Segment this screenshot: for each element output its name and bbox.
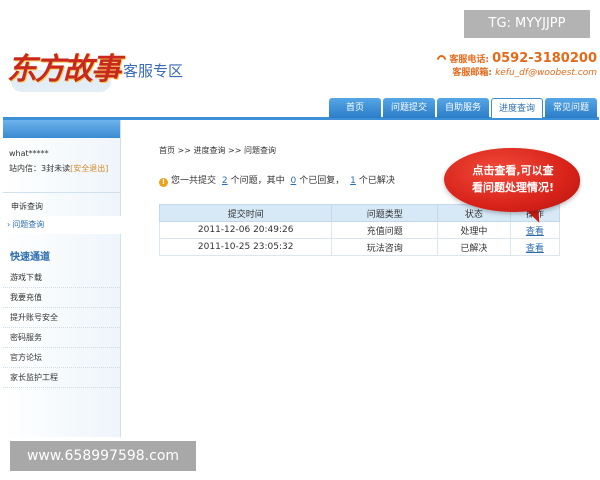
contact-info: 客服电话: 0592-3180200 客服邮箱: kefu_df@woobest… — [435, 51, 597, 80]
row-submit-time: 2011-10-25 23:05:32 — [158, 238, 333, 256]
breadcrumb: 首页 >> 进度查询 >> 问题查询 — [159, 146, 276, 155]
col-submit-time: 提交时间 — [158, 204, 333, 222]
tab-submit-question[interactable]: 问题提交 — [383, 98, 435, 118]
callout-line-1: 点击查看,可以查 — [472, 164, 554, 177]
callout-bubble: 点击查看,可以查 看问题处理情况! — [444, 148, 584, 227]
logo-subtitle: 客服专区 — [123, 62, 184, 80]
row-status: 已解决 — [436, 238, 511, 256]
watermark-bottom: www.658997598.com — [10, 441, 196, 471]
unread-messages-link[interactable]: 站内信：3封未读 — [9, 164, 70, 173]
nav-tabs: 首页 问题提交 自助服务 进度查询 常见问题 — [329, 98, 599, 118]
summary-part-1: 您一共提交 — [171, 176, 217, 186]
email-address: kefu_df@woobest.com — [495, 68, 597, 78]
solved-count[interactable]: 1 — [350, 176, 356, 186]
quick-links-title: 快速通道 — [10, 252, 50, 263]
logout-link[interactable]: [安全退出] — [70, 164, 108, 173]
replied-count[interactable]: 0 — [291, 176, 297, 186]
row-question-type: 玩法咨询 — [331, 238, 438, 256]
total-count[interactable]: 2 — [222, 176, 228, 186]
row-question-type: 充值问题 — [331, 221, 438, 239]
sidebar-menu: 申诉查询 问题查询 — [3, 193, 121, 234]
logo[interactable]: 东方故事 客服专区 — [3, 42, 213, 97]
summary-part-2: 个问题，其中 — [230, 176, 285, 186]
tab-faq[interactable]: 常见问题 — [545, 98, 597, 118]
page-frame: 东方故事 客服专区 客服电话: 0592-3180200 客服邮箱: kefu_… — [3, 42, 599, 437]
sidebar: what***** 站内信：3封未读[安全退出] 申诉查询 问题查询 快速通道 … — [3, 120, 121, 437]
contact-email-row: 客服邮箱: kefu_df@woobest.com — [437, 67, 597, 80]
table-row: 2011-10-25 23:05:32 玩法咨询 已解决 查看 — [158, 238, 561, 256]
summary-part-4: 个已解决 — [358, 176, 395, 186]
user-name: what***** — [9, 149, 49, 158]
watermark-top: TG: MYYJJPP — [464, 10, 590, 38]
user-messages: 站内信：3封未读[安全退出] — [9, 162, 114, 175]
quick-link-game-download[interactable]: 游戏下载 — [3, 268, 120, 288]
view-link[interactable]: 查看 — [526, 227, 544, 237]
summary-part-3: 个已回复， — [299, 176, 345, 186]
view-link[interactable]: 查看 — [526, 244, 544, 254]
quick-link-password-service[interactable]: 密码服务 — [3, 328, 120, 348]
tab-progress-query[interactable]: 进度查询 — [491, 98, 543, 118]
email-label: 客服邮箱: — [452, 68, 492, 78]
quick-link-parental-control[interactable]: 家长监护工程 — [3, 368, 120, 388]
tab-home[interactable]: 首页 — [329, 98, 381, 118]
phone-icon — [435, 53, 449, 66]
row-status: 处理中 — [436, 221, 511, 239]
phone-label: 客服电话: — [449, 55, 489, 65]
info-icon: ! — [159, 178, 168, 187]
table-row: 2011-12-06 20:49:26 充值问题 处理中 查看 — [158, 221, 561, 239]
main-nav: 首页 问题提交 自助服务 进度查询 常见问题 — [3, 98, 599, 120]
quick-link-official-forum[interactable]: 官方论坛 — [3, 348, 120, 368]
summary-text: ! 您一共提交 2 个问题，其中 0 个已回复， 1 个已解决 — [159, 173, 395, 187]
callout-text: 点击查看,可以查 看问题处理情况! — [454, 162, 572, 196]
sidebar-item-question-query[interactable]: 问题查询 — [3, 216, 121, 234]
row-submit-time: 2011-12-06 20:49:26 — [158, 221, 333, 239]
tab-self-service[interactable]: 自助服务 — [437, 98, 489, 118]
quick-link-account-security[interactable]: 提升账号安全 — [3, 308, 120, 328]
quick-link-recharge[interactable]: 我要充值 — [3, 288, 120, 308]
sidebar-header — [3, 120, 120, 138]
callout-line-2: 看问题处理情况! — [471, 181, 555, 194]
phone-number: 0592-3180200 — [492, 51, 597, 66]
sidebar-item-appeal-query[interactable]: 申诉查询 — [3, 198, 120, 216]
user-box: what***** 站内信：3封未读[安全退出] — [3, 138, 120, 192]
col-question-type: 问题类型 — [331, 204, 438, 222]
contact-phone-row: 客服电话: 0592-3180200 — [435, 51, 597, 67]
quick-links: 游戏下载 我要充值 提升账号安全 密码服务 官方论坛 家长监护工程 — [3, 268, 120, 388]
logo-brand: 东方故事 — [7, 52, 121, 87]
